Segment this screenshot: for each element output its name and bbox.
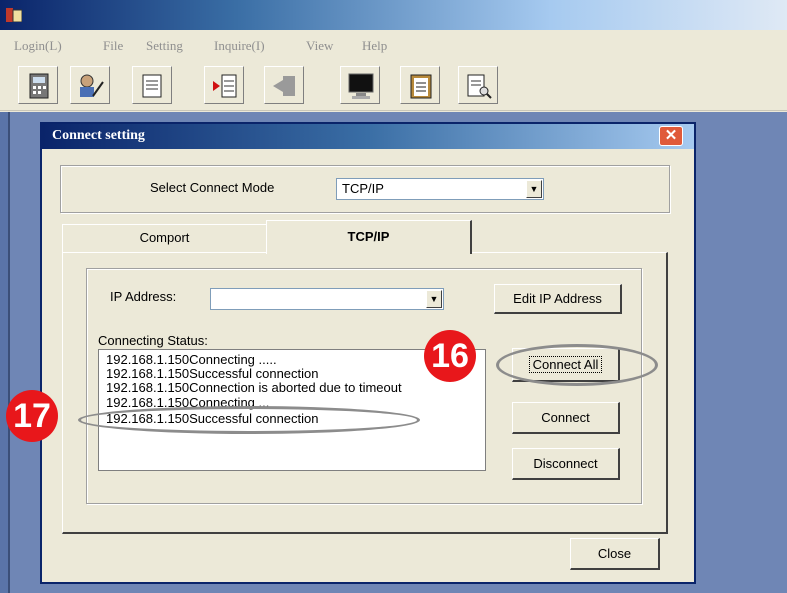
document-icon xyxy=(142,74,162,98)
connect-mode-value: TCP/IP xyxy=(342,181,384,196)
toolbar-back-button[interactable] xyxy=(264,66,304,104)
search-document-icon xyxy=(467,74,492,99)
menu-view[interactable]: View xyxy=(306,38,333,54)
highlight-ellipse-status-line xyxy=(78,406,420,434)
menu-setting[interactable]: Setting xyxy=(146,38,183,54)
menu-login[interactable]: Login(L) xyxy=(14,38,62,54)
disconnect-button[interactable]: Disconnect xyxy=(512,448,620,480)
list-item: 192.168.1.150Connection is aborted due t… xyxy=(106,380,402,395)
ip-address-label: IP Address: xyxy=(110,289,177,304)
menu-help[interactable]: Help xyxy=(362,38,387,54)
edit-ip-address-button[interactable]: Edit IP Address xyxy=(494,284,622,314)
dialog-close-button[interactable]: ✕ xyxy=(659,126,683,146)
dialog-title: Connect setting xyxy=(52,128,145,143)
highlight-ellipse-connect-all xyxy=(496,344,658,386)
list-item: 192.168.1.150Successful connection xyxy=(106,366,319,381)
toolbar-user-edit-button[interactable] xyxy=(70,66,110,104)
back-disabled-icon xyxy=(273,76,295,96)
toolbar-clipboard-button[interactable] xyxy=(400,66,440,104)
toolbar-play-list-button[interactable] xyxy=(204,66,244,104)
menu-bar: Login(L) File Setting Inquire(I) View He… xyxy=(0,34,787,58)
tab-comport[interactable]: Comport xyxy=(62,224,268,252)
clipboard-icon xyxy=(410,74,432,99)
toolbar xyxy=(0,60,787,111)
connect-mode-label: Select Connect Mode xyxy=(150,180,275,195)
menu-inquire[interactable]: Inquire(I) xyxy=(214,38,265,54)
close-button[interactable]: Close xyxy=(570,538,660,570)
chevron-down-icon[interactable]: ▼ xyxy=(526,180,542,198)
list-item: 192.168.1.150Connecting ..... xyxy=(106,352,277,367)
user-edit-icon xyxy=(80,74,104,97)
toolbar-monitor-button[interactable] xyxy=(340,66,380,104)
chevron-down-icon[interactable]: ▼ xyxy=(426,290,442,308)
toolbar-calculator-button[interactable] xyxy=(18,66,58,104)
monitor-icon xyxy=(348,73,374,99)
app-title-bar xyxy=(0,0,787,30)
step-badge-17: 17 xyxy=(6,390,58,442)
close-icon: ✕ xyxy=(664,127,678,144)
connect-button[interactable]: Connect xyxy=(512,402,620,434)
app-icon xyxy=(6,8,23,23)
toolbar-search-document-button[interactable] xyxy=(458,66,498,104)
calculator-icon xyxy=(29,73,49,99)
tab-tcpip[interactable]: TCP/IP xyxy=(266,220,472,254)
step-badge-16: 16 xyxy=(424,330,476,382)
ip-address-select[interactable]: ▼ xyxy=(210,288,444,310)
toolbar-document-button[interactable] xyxy=(132,66,172,104)
connecting-status-label: Connecting Status: xyxy=(98,333,208,348)
menu-file[interactable]: File xyxy=(103,38,123,54)
play-list-icon xyxy=(213,74,237,98)
